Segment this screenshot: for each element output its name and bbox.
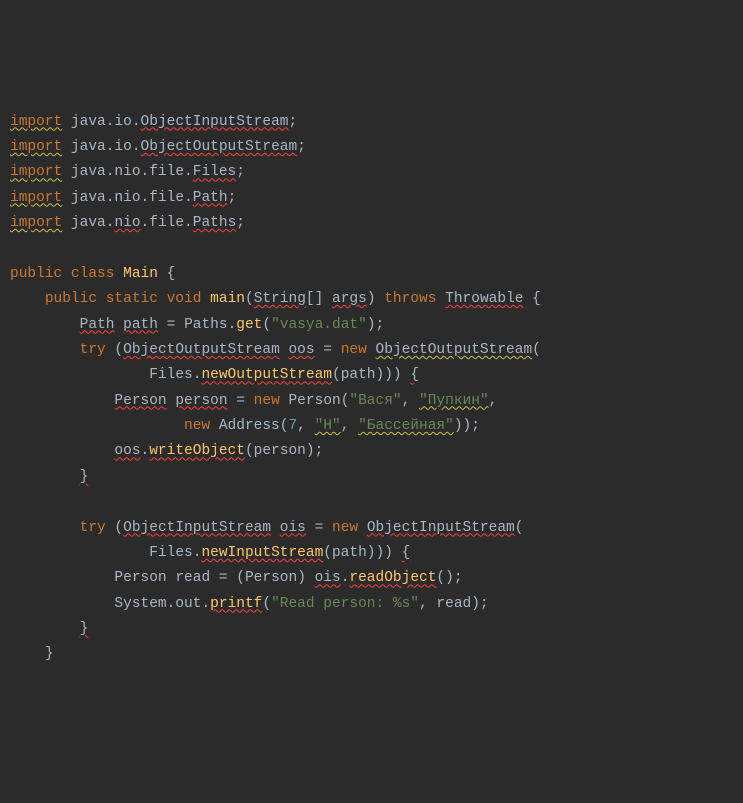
keyword-import: import: [10, 190, 62, 206]
code-line: import java.nio.file.Paths;: [10, 211, 733, 236]
code-line: try (ObjectOutputStream oos = new Object…: [10, 338, 733, 363]
blank-line: [10, 490, 733, 515]
code-line: }: [10, 465, 733, 490]
code-editor[interactable]: import java.io.ObjectInputStream;import …: [10, 110, 733, 668]
keyword-public: public: [10, 266, 62, 282]
code-line: import java.io.ObjectOutputStream;: [10, 135, 733, 160]
code-line: oos.writeObject(person);: [10, 439, 733, 464]
class-name: Main: [123, 266, 158, 282]
class-ref: Path: [193, 190, 228, 206]
code-line: public class Main {: [10, 262, 733, 287]
string-literal: "vasya.dat": [271, 317, 367, 333]
class-ref: Files: [193, 164, 237, 180]
code-line: import java.nio.file.Files;: [10, 160, 733, 185]
keyword-import: import: [10, 114, 62, 130]
keyword-import: import: [10, 164, 62, 180]
keyword-import: import: [10, 139, 62, 155]
code-line: Person read = (Person) ois.readObject();: [10, 566, 733, 591]
class-ref: ObjectOutputStream: [141, 139, 298, 155]
class-ref: ObjectInputStream: [141, 114, 289, 130]
code-line: Path path = Paths.get("vasya.dat");: [10, 313, 733, 338]
class-ref: Paths: [193, 215, 237, 231]
code-line: import java.nio.file.Path;: [10, 186, 733, 211]
code-line: }: [10, 617, 733, 642]
code-line: Files.newOutputStream(path))) {: [10, 363, 733, 388]
blank-line: [10, 236, 733, 261]
code-line: Files.newInputStream(path))) {: [10, 541, 733, 566]
code-line: }: [10, 642, 733, 667]
code-line: import java.io.ObjectInputStream;: [10, 110, 733, 135]
code-line: new Address(7, "Н", "Бассейная"));: [10, 414, 733, 439]
method-main: main: [210, 291, 245, 307]
keyword-import: import: [10, 215, 62, 231]
code-line: System.out.printf("Read person: %s", rea…: [10, 592, 733, 617]
code-line: Person person = new Person("Вася", "Пупк…: [10, 389, 733, 414]
code-line: public static void main(String[] args) t…: [10, 287, 733, 312]
code-line: try (ObjectInputStream ois = new ObjectI…: [10, 516, 733, 541]
